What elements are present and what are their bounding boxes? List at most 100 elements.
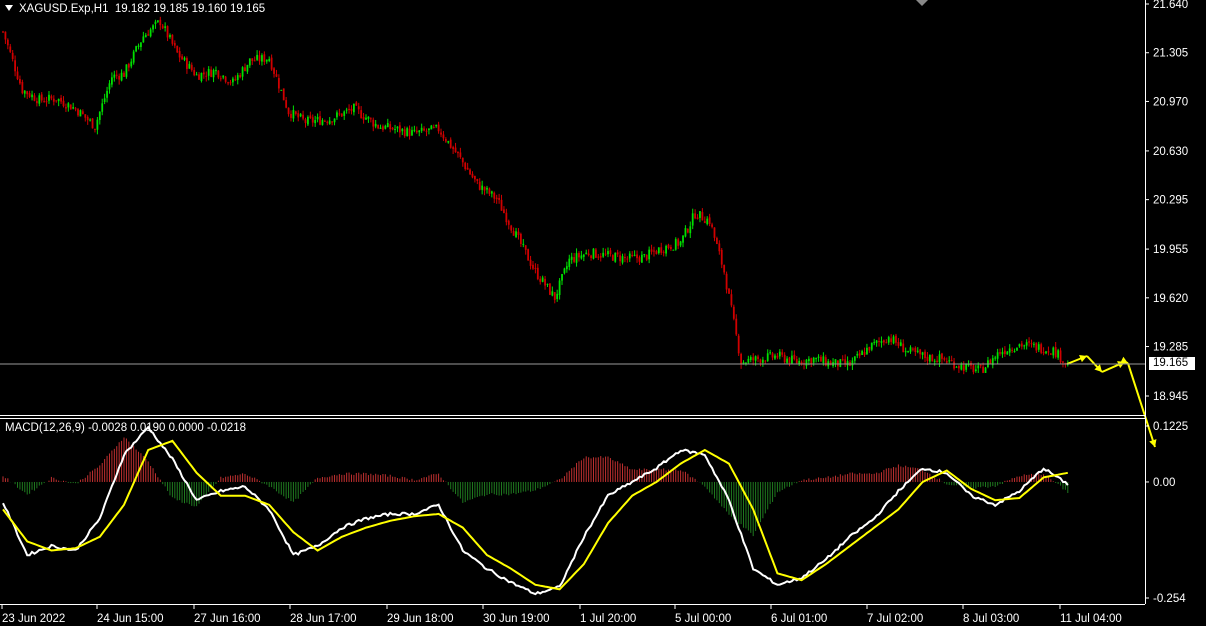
chart-header: XAGUSD.Exp,H1 19.182 19.185 19.160 19.16…: [5, 3, 265, 15]
candle-body: [1035, 342, 1038, 351]
candle-body: [573, 257, 576, 262]
macd-y-tick-label: 0.1225: [1153, 421, 1188, 433]
candle-body: [563, 268, 566, 274]
candle-body: [159, 19, 162, 26]
candle-body: [660, 247, 663, 253]
candle-body: [670, 246, 672, 249]
candle-body: [115, 74, 118, 76]
candle-body: [945, 361, 948, 363]
candle-body: [377, 124, 379, 129]
candle-body: [403, 129, 406, 137]
candle-body: [398, 125, 401, 133]
candle-body: [720, 249, 723, 265]
candle-body: [72, 107, 75, 109]
candle-body: [505, 212, 508, 223]
candle-body: [870, 342, 873, 350]
candle-body: [793, 354, 796, 360]
candle-body: [856, 354, 859, 356]
candle-body: [979, 364, 982, 366]
y-tick-label: 19.955: [1153, 244, 1188, 256]
candle-body: [69, 104, 72, 110]
candle-body: [899, 342, 902, 346]
candle-body: [822, 356, 825, 363]
candle-body: [989, 359, 992, 365]
candle-body: [261, 55, 263, 62]
candle-body: [950, 359, 953, 362]
candle-body: [57, 98, 60, 102]
candle-body: [1033, 343, 1035, 345]
candle-body: [217, 70, 220, 78]
candle-body: [35, 101, 38, 104]
candle-body: [48, 94, 50, 101]
candle-body: [198, 74, 200, 80]
candle-body: [348, 108, 350, 110]
candle-body: [483, 186, 486, 191]
dropdown-triangle-icon[interactable]: [5, 4, 13, 11]
candle-body: [193, 70, 196, 76]
candle-body: [222, 75, 225, 78]
candle-body: [340, 113, 343, 117]
candle-body: [369, 118, 372, 120]
candle-body: [887, 337, 890, 343]
candle-body: [686, 228, 689, 233]
candle-body: [776, 355, 779, 358]
candle-body: [515, 231, 517, 238]
macd-y-tick-label: 0.00: [1153, 477, 1175, 489]
y-tick-label: 20.630: [1153, 146, 1188, 158]
candle-body: [304, 119, 307, 123]
trading-chart[interactable]: 21.640 21.305 20.970 20.630 20.295 19.955 19.6…: [0, 0, 1206, 626]
candle-body: [815, 358, 818, 360]
candle-body: [529, 259, 532, 266]
candle-body: [648, 249, 651, 260]
candle-body: [614, 252, 617, 262]
candle-body: [164, 26, 167, 28]
y-tick-label: 21.640: [1153, 0, 1188, 11]
candle-body: [74, 108, 77, 110]
candle-body: [178, 51, 181, 58]
candle-body: [539, 278, 542, 282]
candle-body: [471, 173, 474, 178]
candle-body: [186, 58, 188, 69]
candle-body: [960, 364, 963, 370]
candle-body: [829, 361, 832, 366]
candle-body: [708, 217, 711, 224]
candle-body: [677, 239, 680, 246]
candle-body: [638, 257, 641, 262]
ohlc-values: 19.182 19.185 19.160 19.165: [114, 3, 266, 15]
candle-body: [524, 245, 527, 250]
candle-body: [783, 354, 786, 363]
candle-body: [81, 111, 84, 115]
candle-body: [282, 88, 285, 101]
candle-body: [144, 34, 147, 38]
candle-body: [452, 147, 455, 149]
candle-body: [536, 267, 539, 280]
candle-body: [481, 185, 484, 190]
candle-body: [861, 351, 863, 356]
candle-body: [200, 72, 203, 81]
candle-body: [372, 119, 375, 127]
candle-body: [1040, 344, 1043, 353]
candle-body: [561, 274, 563, 281]
candle-body: [181, 56, 183, 60]
candle-body: [507, 220, 510, 225]
candle-body: [761, 359, 764, 363]
candle-body: [582, 254, 585, 257]
candle-body: [1049, 353, 1052, 355]
candle-body: [556, 293, 559, 300]
candle-body: [699, 211, 701, 218]
candle-body: [781, 352, 784, 355]
candle-body: [667, 244, 670, 249]
candle-body: [972, 365, 975, 373]
candle-body: [188, 63, 191, 69]
candle-body: [338, 113, 341, 115]
candle-body: [546, 283, 549, 285]
candle-body: [382, 126, 384, 130]
candle-body: [1045, 351, 1047, 354]
candle-body: [389, 124, 392, 130]
candle-body: [328, 120, 331, 124]
candle-body: [307, 116, 309, 125]
candle-body: [401, 128, 404, 132]
candle-body: [425, 130, 428, 132]
candle-body: [120, 72, 123, 81]
candle-body: [77, 109, 79, 116]
